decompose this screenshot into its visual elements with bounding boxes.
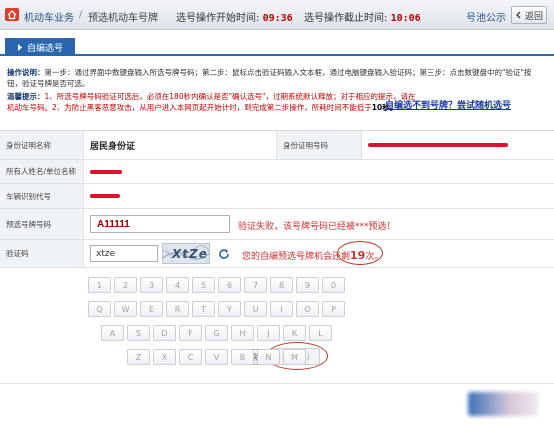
- keypad-key[interactable]: G: [205, 325, 228, 341]
- tip-text-2: 机动车号码。2、为防止黑客恶意攻击，从用户进入本网页起开始计时，到完成第二步操作…: [7, 103, 372, 112]
- keypad-key[interactable]: E: [140, 301, 163, 317]
- keypad-key[interactable]: Y: [218, 301, 241, 317]
- keypad-key[interactable]: 6: [218, 277, 241, 293]
- keypad-key[interactable]: H: [231, 325, 254, 341]
- vin-value: [90, 184, 120, 208]
- keypad-key[interactable]: W: [114, 301, 137, 317]
- plate-number-input[interactable]: A11111: [90, 215, 230, 233]
- start-time-label: 选号操作开始时间:: [176, 13, 260, 24]
- tab-bar: 自编选号: [0, 35, 554, 56]
- home-icon: [5, 8, 19, 21]
- form-row-plate: 预选号牌号码 A11111 验证失败，该号牌号码已经被***预选！: [0, 209, 554, 240]
- keypad-key[interactable]: 8: [270, 277, 293, 293]
- instruction-heading: 操作说明：: [7, 68, 45, 77]
- id-type-value: 居民身份证: [90, 141, 136, 152]
- form-row-id: 身份证明名称 居民身份证 身份证明号码: [0, 131, 554, 160]
- plate-label: 预选号牌号码: [0, 209, 84, 239]
- breadcrumb-separator: /: [79, 9, 83, 20]
- start-time: 选号操作开始时间: 09:36: [176, 9, 293, 24]
- keypad-key[interactable]: R: [166, 301, 189, 317]
- blurred-button[interactable]: [468, 392, 538, 416]
- form-row-captcha: 验证码 xtze XtZe 您的自编预选号牌机会还剩19次。: [0, 240, 554, 268]
- owner-value: [90, 160, 122, 183]
- app-title: 机动车业务: [24, 13, 74, 24]
- keypad-key[interactable]: Q: [88, 301, 111, 317]
- random-select-link[interactable]: 自编选不到号牌？尝试随机选号: [385, 101, 511, 112]
- count-prefix: 您的自编预选号牌机会还剩: [242, 252, 351, 262]
- id-number-label: 身份证明号码: [276, 131, 362, 159]
- tip-text-1: 1、所选号牌号码验证可选后，必须在180秒内确认是否"确认选号"，过期系统默认释…: [44, 92, 416, 101]
- keypad-key[interactable]: Z: [127, 349, 150, 365]
- keypad-key[interactable]: D: [153, 325, 176, 341]
- keypad-key[interactable]: 9: [296, 277, 319, 293]
- arrow-right-icon: [17, 43, 22, 51]
- redaction-mark: [90, 194, 120, 198]
- redaction-mark: [368, 143, 508, 147]
- back-arrow-icon: [516, 11, 521, 19]
- captcha-label: 验证码: [0, 240, 84, 267]
- captcha-image[interactable]: XtZe: [162, 243, 210, 264]
- tip-line-1: 温馨提示：1、所选号牌号码验证可选后，必须在180秒内确认是否"确认选号"，过期…: [7, 91, 415, 102]
- id-number-value: [368, 131, 508, 159]
- pool-announcement-link[interactable]: 号池公示: [466, 9, 506, 24]
- redaction-mark: [90, 169, 122, 174]
- keypad-key[interactable]: 5: [192, 277, 215, 293]
- top-bar: 机动车业务 / 预选机动车号牌 选号操作开始时间: 09:36 选号操作截止时间…: [0, 0, 554, 30]
- keypad-key[interactable]: J: [257, 325, 280, 341]
- form-row-owner: 所有人姓名/单位名称: [0, 160, 554, 184]
- keypad-key[interactable]: A: [101, 325, 124, 341]
- keypad-key[interactable]: 7: [244, 277, 267, 293]
- keypad-key[interactable]: 0: [322, 277, 345, 293]
- keypad-key[interactable]: L: [309, 325, 332, 341]
- annotation-circle: [337, 241, 383, 265]
- keypad-key[interactable]: F: [179, 325, 202, 341]
- instruction-text-1: 第一步：通过界面中数键盘输入所选号牌号码；第二步：鼠标点击验证码输入文本框，通过…: [44, 68, 532, 77]
- plate-error-message: 验证失败，该号牌号码已经被***预选！: [238, 222, 396, 232]
- footer-divider: [0, 383, 554, 384]
- keypad-key[interactable]: X: [153, 349, 176, 365]
- breadcrumb-current: 预选机动车号牌: [88, 13, 158, 24]
- tab-label: 自编选号: [26, 43, 63, 54]
- captcha-input[interactable]: xtze: [90, 245, 158, 262]
- tip-line-2: 机动车号码。2、为防止黑客恶意攻击，从用户进入本网页起开始计时，到完成第二步操作…: [7, 101, 547, 113]
- id-type-label: 身份证明名称: [0, 131, 84, 159]
- captcha-text: XtZe: [172, 247, 208, 261]
- keypad-key[interactable]: 1: [88, 277, 111, 293]
- owner-label: 所有人姓名/单位名称: [0, 160, 84, 183]
- keypad-key[interactable]: 2: [114, 277, 137, 293]
- keypad-key[interactable]: K: [283, 325, 306, 341]
- end-time-value: 10:06: [390, 13, 421, 24]
- tip-heading: 温馨提示：: [7, 92, 45, 101]
- keypad-key[interactable]: U: [244, 301, 267, 317]
- keypad-key[interactable]: M: [283, 349, 306, 365]
- instruction-line-1: 操作说明：第一步：通过界面中数键盘输入所选号牌号码；第二步：鼠标点击验证码输入文…: [7, 67, 531, 78]
- back-label: 返回: [524, 11, 543, 22]
- end-time: 选号操作截止时间: 10:06: [304, 9, 421, 24]
- keypad-key[interactable]: V: [205, 349, 228, 365]
- end-time-label: 选号操作截止时间:: [304, 13, 388, 24]
- refresh-icon[interactable]: [218, 248, 230, 260]
- vin-label: 车辆识别代号: [0, 184, 84, 208]
- keypad-key[interactable]: B: [231, 349, 254, 365]
- start-time-value: 09:36: [262, 13, 293, 24]
- keypad-key[interactable]: N: [257, 349, 280, 365]
- form-row-vin: 车辆识别代号: [0, 184, 554, 209]
- keypad-key[interactable]: 3: [140, 277, 163, 293]
- keypad-key[interactable]: O: [296, 301, 319, 317]
- back-button[interactable]: 返回: [511, 6, 547, 24]
- instruction-line-2: 钮，验证号牌是否可选。: [7, 79, 90, 88]
- keypad-key[interactable]: P: [322, 301, 345, 317]
- keypad-key[interactable]: C: [179, 349, 202, 365]
- tab-custom-select[interactable]: 自编选号: [5, 38, 75, 56]
- keypad-key[interactable]: I: [270, 301, 293, 317]
- keypad-key[interactable]: S: [127, 325, 150, 341]
- keypad-key[interactable]: 4: [166, 277, 189, 293]
- keypad-key[interactable]: T: [192, 301, 215, 317]
